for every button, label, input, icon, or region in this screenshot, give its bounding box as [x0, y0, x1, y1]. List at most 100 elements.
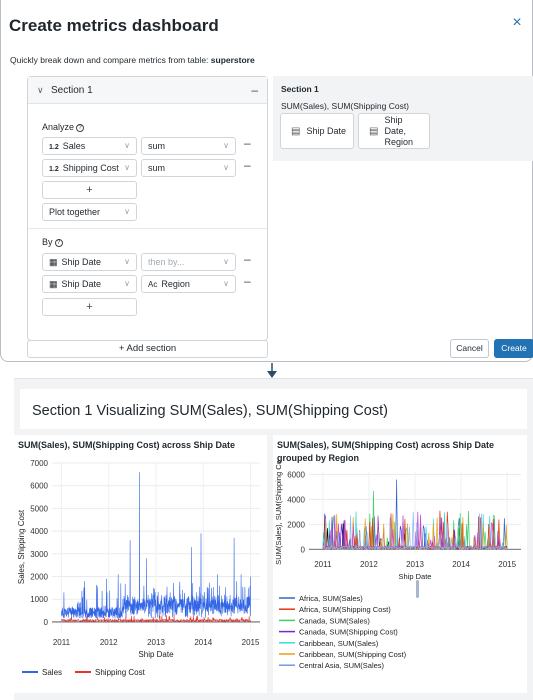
chevron-down-icon: ∨: [223, 141, 229, 150]
metric-agg-select[interactable]: sum ∨: [141, 159, 236, 177]
breakdown-column-value: Ship Date: [61, 279, 102, 289]
help-icon[interactable]: ?: [54, 239, 63, 247]
plot-mode-value: Plot together: [49, 207, 101, 217]
legend-label: Central Asia, SUM(Sales): [299, 661, 385, 670]
x-tick-label: 2013: [147, 638, 165, 647]
cancel-button[interactable]: Cancel: [450, 339, 489, 358]
legend-label: Canada, SUM(Shipping Cost): [299, 628, 398, 637]
then-by-select[interactable]: A​c Region ∨: [141, 275, 236, 293]
metric-column-select[interactable]: 1.2 Shipping Cost ∨: [42, 159, 137, 177]
dashboard-preview: Section 1 Visualizing SUM(Sales), SUM(Sh…: [14, 378, 533, 700]
chevron-down-icon: ∨: [124, 207, 130, 216]
y-tick-label: 4000: [30, 527, 48, 536]
legend-label: Shipping Cost: [95, 668, 146, 677]
x-tick-label: 2014: [452, 560, 470, 569]
remove-metric-button[interactable]: –: [244, 136, 251, 150]
remove-breakdown-button[interactable]: –: [244, 252, 251, 266]
y-tick-label: 1000: [30, 595, 48, 604]
text-type-icon: A​c: [148, 280, 158, 289]
y-tick-label: 2000: [287, 520, 305, 529]
x-tick-label: 2011: [53, 638, 71, 647]
then-by-placeholder: then by...: [148, 257, 185, 267]
add-section-button[interactable]: + Add section: [27, 340, 268, 358]
create-button[interactable]: Create: [494, 339, 533, 358]
legend-label: Africa, SUM(Shipping Cost): [299, 605, 391, 614]
legend-label: Canada, SUM(Sales): [299, 616, 370, 625]
preview-chart-card[interactable]: ▤ Ship Date: [280, 113, 354, 149]
x-tick-label: 2014: [194, 638, 212, 647]
y-tick-label: 3000: [30, 550, 48, 559]
divider: [28, 228, 267, 229]
y-tick-label: 6000: [30, 482, 48, 491]
y-tick-label: 5000: [30, 504, 48, 513]
by-label-text: By: [42, 237, 53, 247]
x-tick-label: 2013: [406, 560, 424, 569]
legend-label: Caribbean, SUM(Sales): [299, 639, 379, 648]
chart-panel-ship-date: SUM(Sales), SUM(Shipping Cost) across Sh…: [14, 435, 267, 693]
number-type-icon: 1.2: [49, 144, 59, 151]
chevron-down-icon: ∨: [124, 141, 130, 150]
analyze-label-text: Analyze: [42, 122, 75, 132]
metric-column-select[interactable]: 1.2 Sales ∨: [42, 137, 137, 155]
modal-subtitle: Quickly break down and compare metrics f…: [10, 55, 255, 65]
chart-icon: ▤: [369, 125, 379, 137]
metric-agg-value: sum: [148, 141, 166, 151]
chevron-down-icon: ∨: [223, 163, 229, 172]
create-dashboard-modal: Create metrics dashboard × Quickly break…: [0, 0, 533, 362]
x-axis-label: Ship Date: [138, 650, 174, 659]
preview-fields: SUM(Sales), SUM(Shipping Cost): [281, 101, 410, 111]
metric-agg-value: sum: [148, 163, 166, 173]
preview-chart-card[interactable]: ▤ Ship Date, Region: [358, 113, 430, 149]
breakdown-column-select[interactable]: ▦ Ship Date ∨: [42, 253, 137, 271]
metric-agg-select[interactable]: sum ∨: [141, 137, 236, 155]
line-chart-ship-date[interactable]: 0 1000 2000 3000 4000 5000 6000 7000 2011 2012 201…: [14, 435, 267, 693]
dashboard-header: Section 1 Visualizing SUM(Sales), SUM(Sh…: [20, 389, 527, 429]
remove-metric-button[interactable]: –: [244, 158, 251, 172]
y-tick-label: 6000: [287, 470, 305, 479]
x-tick-label: 2012: [360, 560, 378, 569]
line-chart-ship-date-region[interactable]: 0 2000 4000 6000 2011 2012 2013 2014 2015 Ship Da…: [273, 435, 527, 693]
collapse-section-button[interactable]: –: [251, 83, 258, 97]
chevron-down-icon[interactable]: ∨: [37, 85, 44, 96]
then-by-select[interactable]: then by... ∨: [141, 253, 236, 271]
y-tick-label: 2000: [30, 573, 48, 582]
close-icon[interactable]: ×: [508, 14, 526, 32]
legend-label: Caribbean, SUM(Shipping Cost): [299, 650, 407, 659]
chart-icon: ▤: [291, 125, 301, 137]
subtitle-text: Quickly break down and compare metrics f…: [10, 55, 211, 65]
y-tick-label: 0: [44, 618, 49, 627]
section-header[interactable]: ∨ Section 1 –: [28, 77, 267, 104]
add-breakdown-button[interactable]: +: [42, 298, 137, 316]
calendar-icon: ▦: [49, 279, 58, 289]
chart-panel-ship-date-region: SUM(Sales), SUM(Shipping Cost) across Sh…: [273, 435, 527, 693]
breakdown-column-value: Ship Date: [61, 257, 102, 267]
preview-title: Section 1: [281, 84, 319, 94]
legend-label: Africa, SUM(Sales): [299, 594, 363, 603]
x-tick-label: 2015: [242, 638, 260, 647]
chevron-down-icon: ∨: [124, 257, 130, 266]
x-tick-label: 2012: [100, 638, 118, 647]
analyze-label: Analyze?: [42, 122, 85, 132]
chevron-down-icon: ∨: [124, 279, 130, 288]
help-icon[interactable]: ?: [76, 124, 85, 132]
dashboard-title: Section 1 Visualizing SUM(Sales), SUM(Sh…: [32, 403, 388, 419]
preview-card-label: Ship Date: [306, 126, 346, 136]
section-editor: ∨ Section 1 – Analyze? 1.2 Sales ∨ sum ∨ – …: [27, 76, 268, 341]
calendar-icon: ▦: [49, 257, 58, 267]
legend-label: Sales: [42, 668, 62, 677]
modal-title: Create metrics dashboard: [9, 16, 219, 35]
remove-breakdown-button[interactable]: –: [244, 274, 251, 288]
metric-column-value: Sales: [62, 141, 86, 151]
y-tick-label: 4000: [287, 495, 305, 504]
chevron-down-icon: ∨: [223, 257, 229, 266]
x-tick-label: 2011: [314, 560, 332, 569]
section-name: Section 1: [51, 85, 93, 96]
breakdown-column-select[interactable]: ▦ Ship Date ∨: [42, 275, 137, 293]
preview-card-label: Ship Date, Region: [384, 114, 413, 147]
legend-scrollbar: [416, 580, 419, 598]
y-axis-label: Sales, Shipping Cost: [17, 509, 26, 584]
plot-mode-select[interactable]: Plot together ∨: [42, 203, 137, 221]
by-label: By?: [42, 237, 63, 247]
add-metric-button[interactable]: +: [42, 181, 137, 199]
y-tick-label: 0: [301, 545, 306, 554]
